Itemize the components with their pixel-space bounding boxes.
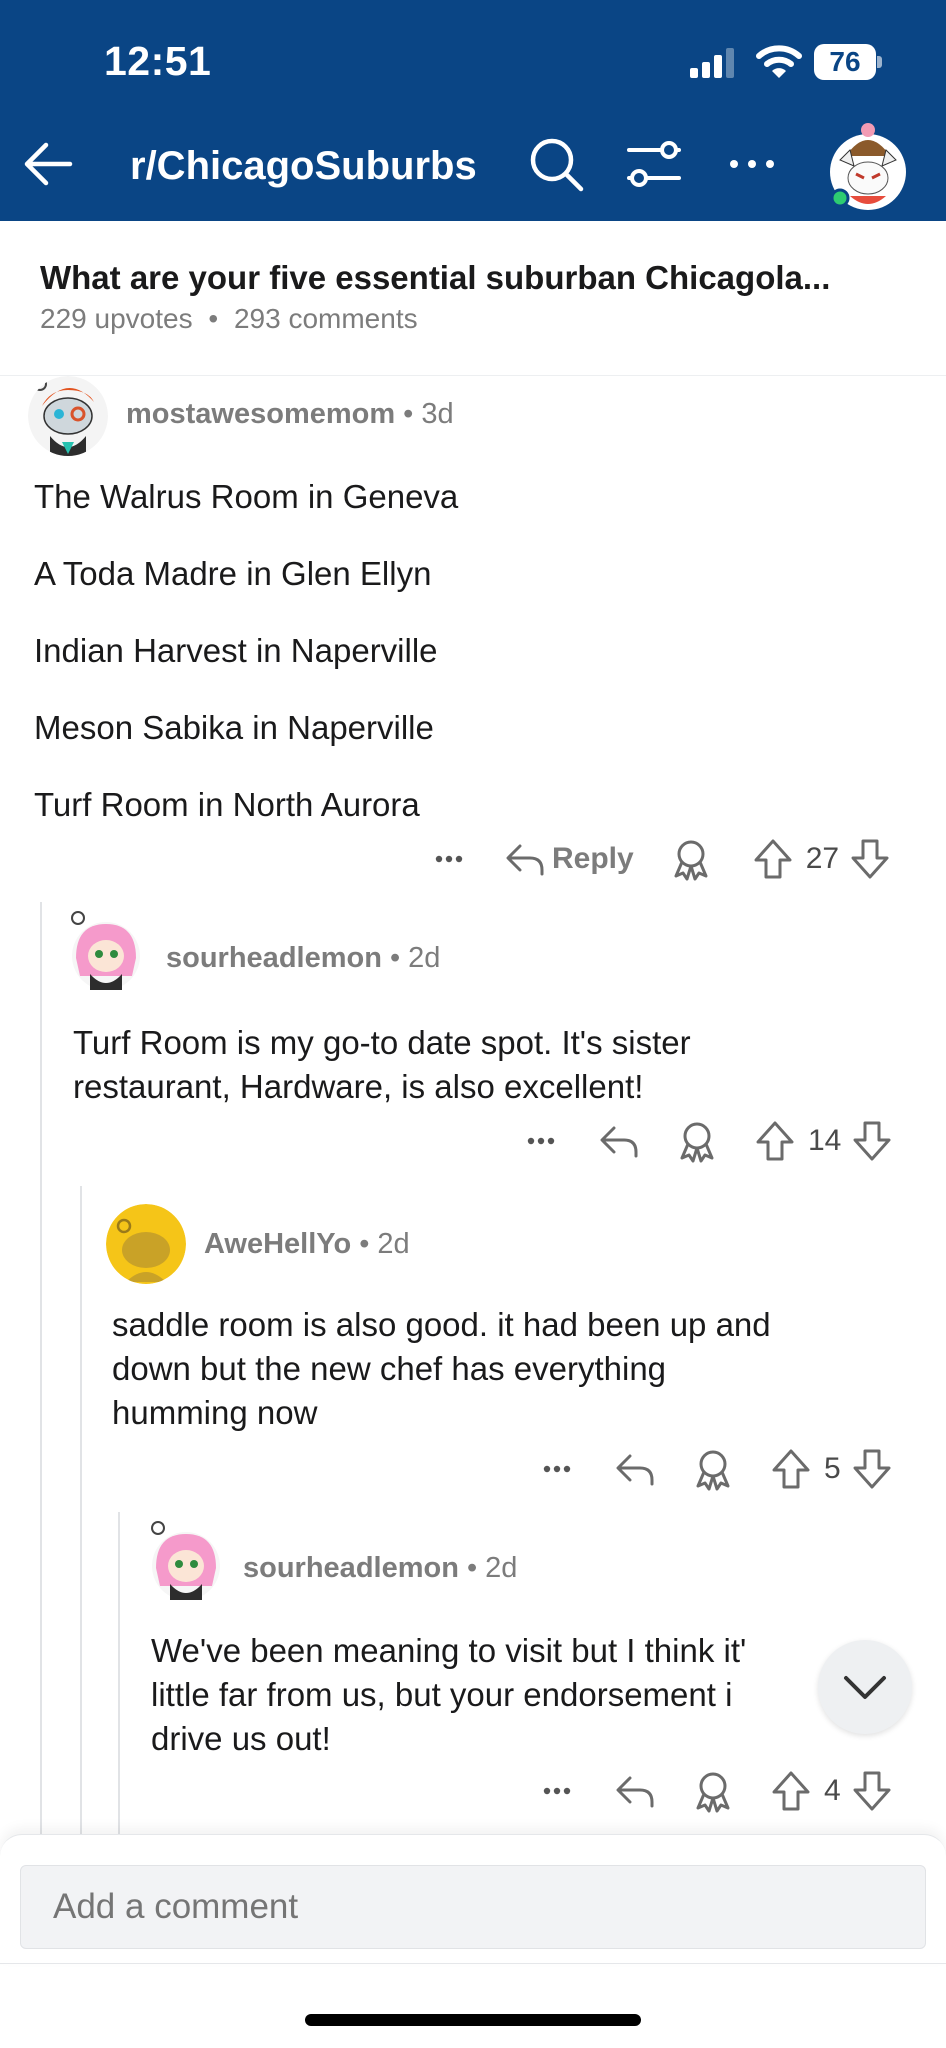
cellular-signal-icon [690, 48, 734, 78]
reply-arrow-icon[interactable] [612, 1768, 658, 1814]
wifi-icon [756, 45, 802, 78]
downvote-arrow-icon[interactable] [847, 836, 893, 882]
post-stats: 229 upvotes • 293 comments [40, 303, 418, 335]
comment-text-line: The Walrus Room in Geneva [34, 478, 459, 515]
avatar[interactable] [146, 1520, 226, 1600]
award-icon[interactable] [674, 1118, 720, 1164]
comment-text-line: Meson Sabika in Naperville [34, 709, 434, 746]
comment-actions: 5 [534, 1444, 895, 1494]
reply-label: Reply [552, 842, 634, 875]
comment-text-line: A Toda Madre in Glen Ellyn [34, 555, 432, 592]
avatar[interactable] [66, 910, 146, 990]
comment-header: sourheadlemon • 2d [243, 1552, 518, 1585]
reply-button[interactable]: Reply [502, 836, 634, 882]
vote-count: 5 [824, 1452, 841, 1485]
award-icon[interactable] [690, 1446, 736, 1492]
comment-text-line: drive us out! [151, 1720, 331, 1757]
upvote-arrow-icon[interactable] [752, 1118, 798, 1164]
comment-username[interactable]: sourheadlemon [166, 942, 382, 975]
reply-arrow-icon[interactable] [596, 1118, 642, 1164]
upvote-arrow-icon[interactable] [768, 1446, 814, 1492]
battery-level: 76 [814, 44, 876, 80]
comment-header: AweHellYo • 2d [204, 1228, 410, 1261]
comment-actions: 4 [534, 1766, 895, 1816]
more-dots-icon[interactable] [722, 136, 782, 192]
vote-count: 27 [805, 842, 840, 875]
post-title[interactable]: What are your five essential suburban Ch… [40, 259, 830, 297]
vote-count: 14 [808, 1124, 842, 1157]
avatar[interactable] [106, 1204, 186, 1284]
comment-username[interactable]: sourheadlemon [243, 1552, 459, 1585]
reply-arrow-icon[interactable] [612, 1446, 658, 1492]
upvote-count: 229 upvotes [40, 303, 193, 334]
app-header: 12:51 76 r/ChicagoSuburbs [0, 0, 946, 221]
subreddit-name[interactable]: r/ChicagoSuburbs [130, 144, 477, 189]
comment-text-line: Turf Room in North Aurora [34, 786, 420, 823]
more-dots-icon[interactable] [426, 836, 472, 882]
avatar[interactable] [28, 376, 108, 456]
comment-text-line: Indian Harvest in Naperville [34, 632, 438, 669]
award-icon[interactable] [668, 836, 714, 882]
meta-separator: • [208, 303, 219, 334]
comment: AweHellYo • 2d saddle room is also good.… [0, 1204, 946, 1504]
downvote-arrow-icon[interactable] [849, 1118, 895, 1164]
arrow-left-icon[interactable] [18, 134, 78, 194]
home-indicator [305, 2014, 641, 2026]
comment-username[interactable]: mostawesomemom [126, 398, 395, 431]
award-icon[interactable] [690, 1768, 736, 1814]
comment-text-line: Turf Room is my go-to date spot. It's si… [73, 1024, 691, 1061]
comment-age: 2d [408, 942, 441, 974]
downvote-arrow-icon[interactable] [849, 1446, 895, 1492]
comment-count: 293 comments [233, 303, 418, 334]
comment-age: 2d [485, 1552, 518, 1584]
comment-age: 3d [421, 398, 454, 430]
comment: sourheadlemon • 2d We've been meaning to… [0, 1520, 946, 1820]
comment-actions: 14 [518, 1116, 895, 1166]
nav-bar: r/ChicagoSuburbs [0, 110, 946, 221]
post-summary[interactable]: What are your five essential suburban Ch… [0, 221, 946, 376]
comment-composer [0, 1834, 946, 1964]
comment: sourheadlemon • 2d Turf Room is my go-to… [0, 910, 946, 1170]
comment-text-line: restaurant, Hardware, is also excellent! [73, 1068, 644, 1105]
more-dots-icon[interactable] [518, 1118, 564, 1164]
upvote-arrow-icon[interactable] [768, 1768, 814, 1814]
upvote-arrow-icon[interactable] [750, 836, 796, 882]
comment-text-line: down but the new chef has everything [112, 1350, 667, 1387]
downvote-arrow-icon[interactable] [849, 1768, 895, 1814]
status-bar: 12:51 76 [0, 0, 946, 110]
comment-header: sourheadlemon • 2d [166, 942, 441, 975]
comment-username[interactable]: AweHellYo [204, 1228, 351, 1261]
vote-count: 4 [824, 1774, 841, 1807]
add-comment-input[interactable] [20, 1865, 926, 1949]
comment-text-line: humming now [112, 1394, 318, 1431]
search-icon[interactable] [526, 134, 586, 194]
battery-indicator: 76 [814, 44, 882, 80]
comment-text-line: saddle room is also good. it had been up… [112, 1306, 771, 1343]
comment-header: mostawesomemom • 3d [126, 398, 454, 431]
status-time: 12:51 [104, 38, 212, 84]
comment-actions: Reply 27 [426, 834, 893, 884]
more-dots-icon[interactable] [534, 1768, 580, 1814]
comment-text-line: We've been meaning to visit but I think … [151, 1632, 747, 1669]
reply-arrow-icon [506, 844, 544, 876]
user-avatar[interactable] [826, 116, 910, 212]
sliders-icon[interactable] [624, 136, 684, 192]
comment-age: 2d [377, 1228, 410, 1260]
chevron-down-icon [844, 1676, 886, 1699]
comment-text-line: little far from us, but your endorsement… [151, 1676, 733, 1713]
jump-next-comment-button[interactable] [818, 1640, 912, 1734]
more-dots-icon[interactable] [534, 1446, 580, 1492]
comment: mostawesomemom • 3d The Walrus Room in G… [0, 376, 946, 881]
